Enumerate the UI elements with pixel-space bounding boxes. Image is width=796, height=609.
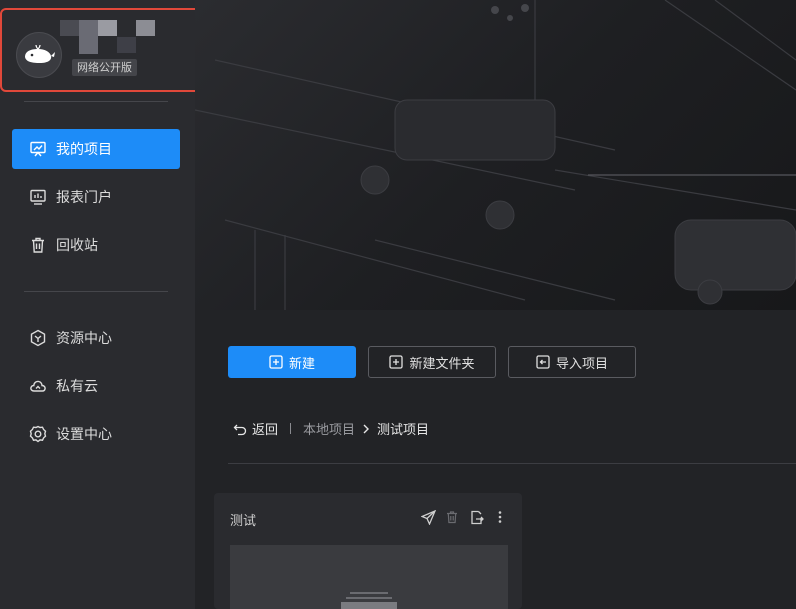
more-icon[interactable] — [492, 509, 508, 525]
sidebar-item-label: 设置中心 — [56, 427, 112, 443]
divider — [228, 463, 796, 464]
divider — [24, 101, 168, 102]
divider — [24, 291, 168, 292]
project-thumbnail[interactable] — [230, 545, 508, 609]
plus-square-icon — [389, 355, 404, 369]
undo-arrow-icon — [233, 422, 247, 436]
sidebar-item-resource-center[interactable]: 资源中心 — [12, 318, 180, 358]
sidebar-item-label: 报表门户 — [56, 190, 112, 206]
import-project-button-label: 导入项目 — [555, 356, 608, 372]
project-card-actions — [420, 509, 508, 525]
import-project-button[interactable]: 导入项目 — [508, 346, 636, 378]
breadcrumb-separator — [290, 423, 292, 434]
banner-illustration — [195, 0, 796, 310]
sidebar-item-label: 我的项目 — [56, 142, 112, 158]
project-card-title: 测试 — [230, 514, 257, 529]
username-redacted — [60, 20, 155, 54]
export-icon[interactable] — [468, 509, 484, 525]
new-folder-button-label: 新建文件夹 — [409, 356, 475, 372]
back-link-label: 返回 — [252, 423, 279, 438]
sidebar-item-settings-center[interactable]: 设置中心 — [12, 414, 180, 454]
sidebar-item-my-projects[interactable]: 我的项目 — [12, 129, 180, 169]
plus-square-icon — [269, 355, 283, 369]
presentation-icon — [28, 139, 48, 159]
sidebar-item-private-cloud[interactable]: 私有云 — [12, 366, 180, 406]
trash-icon — [28, 235, 48, 255]
project-card[interactable]: 测试 — [214, 493, 522, 609]
breadcrumb-local-projects[interactable]: 本地项目 — [303, 419, 355, 438]
banner-image — [195, 0, 796, 310]
report-icon — [28, 187, 48, 207]
back-link[interactable]: 返回 — [233, 419, 278, 438]
send-icon[interactable] — [420, 509, 436, 525]
new-button-label: 新建 — [288, 356, 315, 372]
gear-icon — [28, 424, 48, 444]
sidebar-item-report-portal[interactable]: 报表门户 — [12, 177, 180, 217]
sidebar-item-label: 私有云 — [56, 379, 98, 395]
hexagon-icon — [28, 328, 48, 348]
chevron-right-icon — [361, 423, 371, 435]
sidebar-item-label: 资源中心 — [56, 331, 112, 347]
cloud-icon — [28, 376, 48, 396]
breadcrumb: 返回 本地项目 测试项目 — [233, 419, 429, 438]
stack-icon — [341, 592, 397, 609]
user-profile[interactable]: 网络公开版 — [0, 8, 215, 92]
main-content: 新建 新建文件夹 导入项目 返回 本地项目 测试项目 测试 — [195, 310, 796, 609]
trash-icon[interactable] — [444, 509, 460, 525]
new-button[interactable]: 新建 — [228, 346, 356, 378]
import-icon — [536, 355, 550, 369]
edition-badge: 网络公开版 — [72, 59, 137, 76]
avatar[interactable] — [16, 32, 62, 78]
sidebar: 网络公开版 我的项目 报表门户 回收站 资源中心 私有云 设置中心 — [0, 0, 215, 609]
sidebar-item-label: 回收站 — [56, 238, 98, 254]
whale-icon — [25, 44, 55, 63]
sidebar-item-recycle-bin[interactable]: 回收站 — [12, 225, 180, 265]
breadcrumb-current: 测试项目 — [377, 423, 430, 438]
new-folder-button[interactable]: 新建文件夹 — [368, 346, 496, 378]
